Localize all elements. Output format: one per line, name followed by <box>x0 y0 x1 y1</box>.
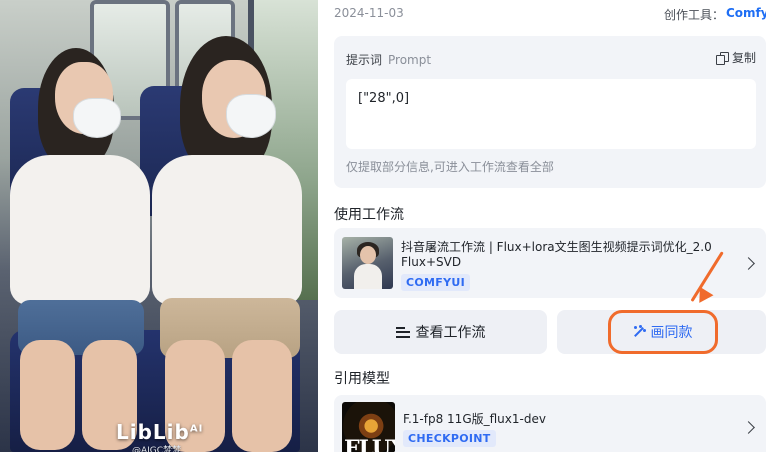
info-panel: 2024-11-03 创作工具： Comfy 提示词 Prompt 复制 ["28… <box>334 0 766 452</box>
draw-same-button[interactable]: 画同款 <box>557 310 766 354</box>
view-workflow-label: 查看工作流 <box>415 325 486 341</box>
preview-image[interactable]: LibLibAI @AIGC梦梦 <box>0 0 318 452</box>
chevron-right-icon <box>742 257 755 270</box>
copy-icon <box>716 51 729 65</box>
workflow-subtitle: Flux+SVD <box>401 255 462 269</box>
liblib-watermark: LibLibAI <box>116 420 204 444</box>
creation-date: 2024-11-03 <box>334 6 404 20</box>
model-title: F.1-fp8 11G版_flux1-dev <box>403 412 546 426</box>
workflow-list-icon <box>395 326 410 338</box>
model-type-badge: CHECKPOINT <box>403 430 496 447</box>
workflow-title: 抖音屠流工作流 | Flux+lora文生图生视频提示词优化_2.0 <box>401 240 712 254</box>
model-card[interactable]: FLUX F.1-fp8 11G版_flux1-dev CHECKPOINT <box>334 395 766 452</box>
author-watermark: @AIGC梦梦 <box>132 446 182 452</box>
view-workflow-button[interactable]: 查看工作流 <box>334 310 547 354</box>
model-section-title: 引用模型 <box>334 371 390 387</box>
model-thumb-text: FLUX <box>344 436 395 452</box>
prompt-text[interactable]: ["28",0] <box>346 79 756 149</box>
copy-button[interactable]: 复制 <box>716 49 756 66</box>
magic-wand-icon <box>631 325 646 339</box>
workflow-section-title: 使用工作流 <box>334 207 404 223</box>
draw-same-label: 画同款 <box>650 325 693 341</box>
meta-row: 2024-11-03 创作工具： Comfy <box>334 6 766 24</box>
prompt-title: 提示词 <box>346 53 383 67</box>
tool-label: 创作工具： <box>664 8 725 22</box>
prompt-heading: 提示词 Prompt <box>346 51 431 68</box>
copy-label: 复制 <box>732 51 757 65</box>
tool-name-link[interactable]: Comfy <box>726 6 766 20</box>
chevron-right-icon <box>742 421 755 434</box>
workflow-type-badge: COMFYUI <box>401 274 470 291</box>
model-thumbnail: FLUX <box>342 402 395 452</box>
prompt-card: 提示词 Prompt 复制 ["28",0] 仅提取部分信息,可进入工作流查看全部 <box>334 36 766 188</box>
workflow-thumbnail <box>342 237 393 289</box>
prompt-note: 仅提取部分信息,可进入工作流查看全部 <box>346 160 554 174</box>
prompt-title-en: Prompt <box>388 53 432 67</box>
